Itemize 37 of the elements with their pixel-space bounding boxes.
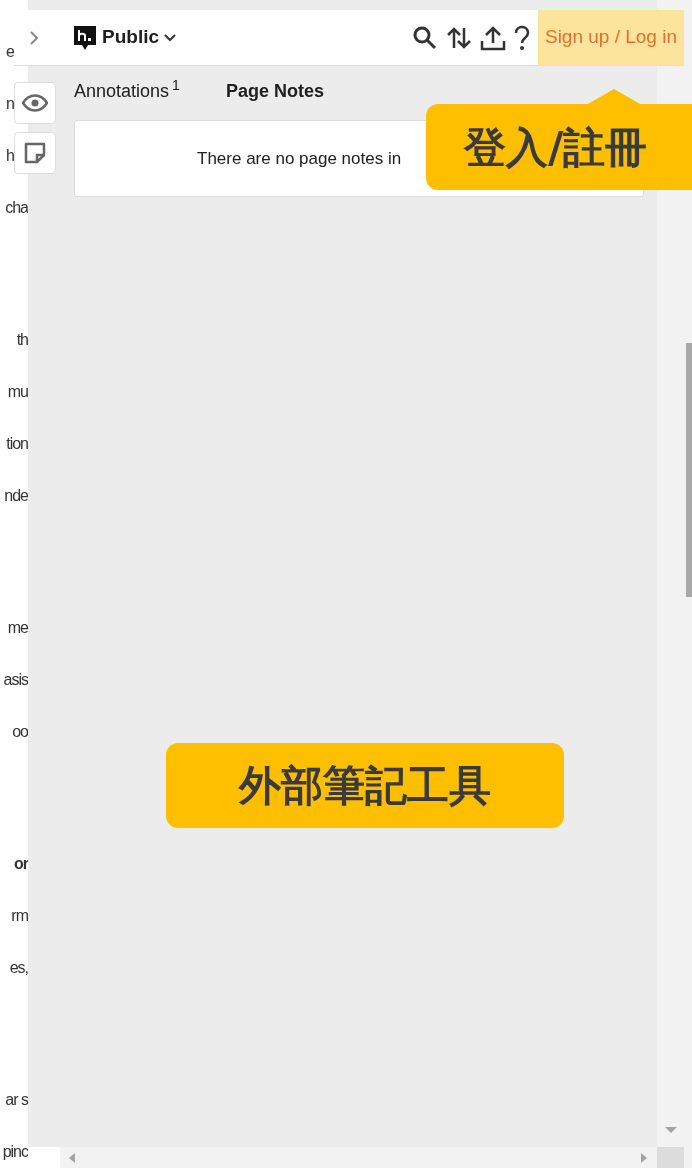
callout-text: 外部筆記工具 (239, 760, 491, 812)
empty-message: There are no page notes in (197, 147, 402, 170)
chevron-down-icon (163, 32, 177, 43)
tab[interactable]: Annotations $^{1}$ (74, 78, 180, 105)
page-text-fragment: ar s (5, 1090, 28, 1110)
hypothesis-logo-icon (74, 25, 96, 50)
page-text-fragment: h (6, 146, 14, 166)
page-text-fragment: mu (7, 382, 28, 402)
page-text-fragment: e (6, 42, 14, 62)
page-text-fragment: cha (5, 198, 28, 218)
scroll-left-icon[interactable] (68, 1153, 76, 1163)
note-icon (24, 142, 46, 164)
search-icon[interactable] (411, 24, 438, 51)
chevron-right-icon (29, 29, 39, 46)
scroll-right-icon[interactable] (640, 1153, 648, 1163)
eye-icon (22, 94, 48, 112)
page-text-fragment: es, (9, 958, 28, 978)
callout-text: 登入/註冊 (464, 121, 648, 174)
page-note-button[interactable] (14, 132, 56, 174)
page-text-fragment: tion (6, 434, 28, 454)
scrollbar-thumb[interactable] (686, 343, 692, 597)
page-text-fragment: n (6, 94, 14, 114)
visibility-toggle-button[interactable] (14, 82, 56, 124)
horizontal-scrollbar[interactable] (60, 1147, 692, 1168)
page-text-fragment: me (7, 618, 28, 638)
group-selector[interactable]: Public (102, 23, 177, 52)
page-text-fragment: pinc (2, 1142, 28, 1162)
share-icon[interactable] (479, 24, 506, 51)
page-text-fragment: asis (3, 670, 28, 690)
page-text-fragment: th (16, 330, 28, 350)
page-text-fragment: oo (12, 722, 28, 742)
page-text-fragment: rm (11, 906, 28, 926)
scroll-down-icon[interactable] (665, 1127, 677, 1135)
page-text-fragment: or (14, 854, 28, 874)
tab[interactable]: Page Notes (225, 78, 324, 105)
help-icon[interactable] (513, 24, 530, 51)
page-text-fragment: nde (4, 486, 28, 506)
